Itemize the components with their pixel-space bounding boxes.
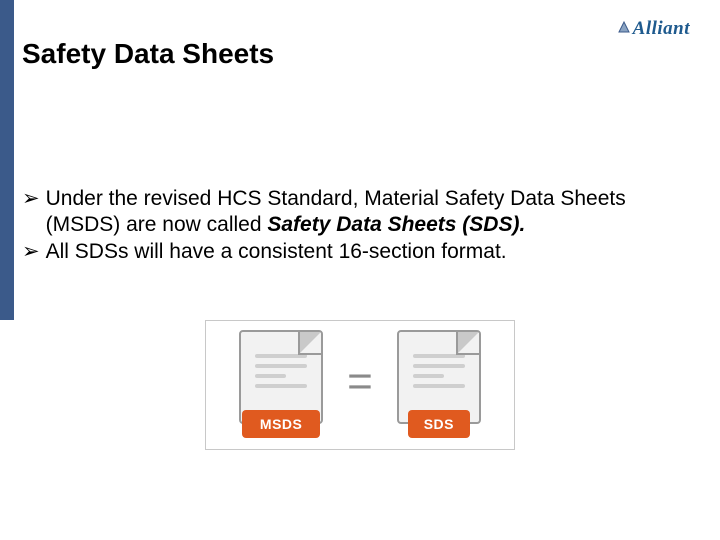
slide-content: Safety Data Sheets ➢ Under the revised H… xyxy=(22,24,696,267)
list-item: ➢ Under the revised HCS Standard, Materi… xyxy=(22,186,696,237)
bullet-text-bold: Safety Data Sheets (SDS). xyxy=(267,213,525,236)
chevron-right-icon: ➢ xyxy=(22,239,46,265)
accent-stripe xyxy=(0,0,14,320)
list-item: ➢ All SDSs will have a consistent 16-sec… xyxy=(22,239,696,265)
chevron-right-icon: ➢ xyxy=(22,186,46,212)
page-title: Safety Data Sheets xyxy=(22,38,696,70)
msds-label: MSDS xyxy=(242,410,320,438)
bullet-text: Under the revised HCS Standard, Material… xyxy=(46,186,696,237)
document-icon: MSDS xyxy=(233,330,329,440)
bullet-list: ➢ Under the revised HCS Standard, Materi… xyxy=(22,186,696,265)
equals-sign: = xyxy=(347,360,373,410)
msds-equals-sds-graphic: MSDS = SDS xyxy=(205,320,515,450)
bullet-text: All SDSs will have a consistent 16-secti… xyxy=(46,239,696,265)
document-icon: SDS xyxy=(391,330,487,440)
sds-label: SDS xyxy=(408,410,470,438)
